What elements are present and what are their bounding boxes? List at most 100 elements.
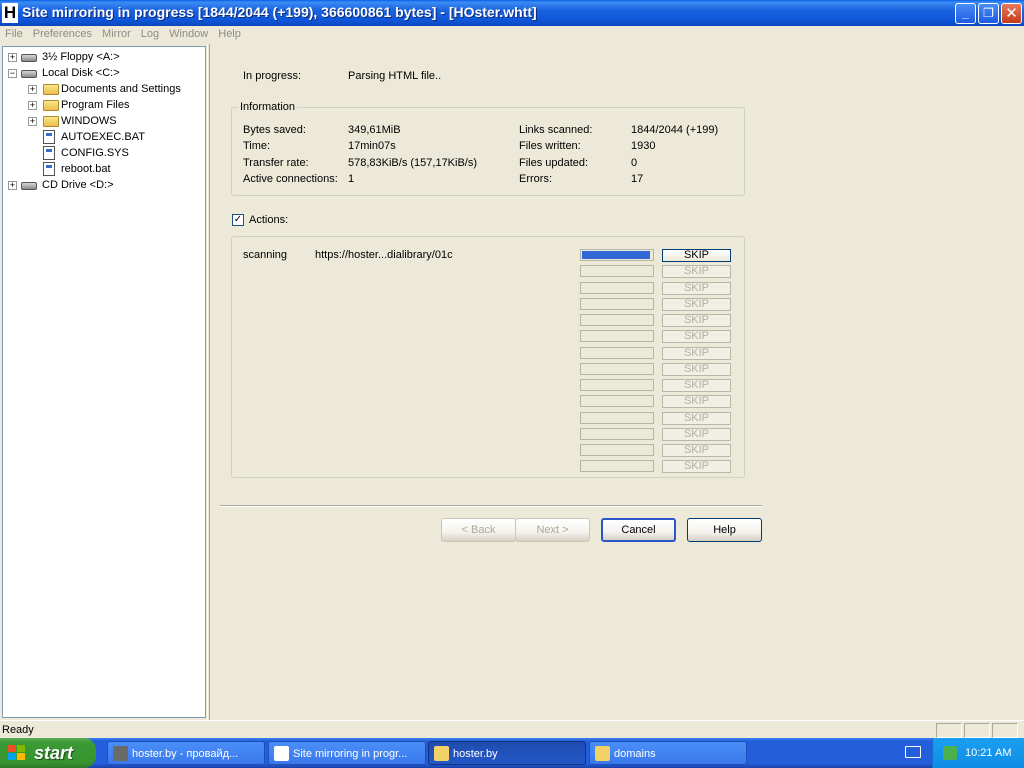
network-icon[interactable] xyxy=(943,746,957,760)
next-button[interactable]: Next > xyxy=(515,518,590,542)
pane-splitter[interactable] xyxy=(207,44,210,720)
action-status: scanning xyxy=(243,249,288,261)
taskbar-button[interactable]: hoster.by - провайд... xyxy=(107,741,265,765)
tree-item-label: AUTOEXEC.BAT xyxy=(61,131,145,143)
tree-item-label: Local Disk <C:> xyxy=(42,67,120,79)
in-progress-value: Parsing HTML file.. xyxy=(348,70,442,82)
time-value: 17min07s xyxy=(348,140,396,152)
status-panel xyxy=(992,723,1018,738)
skip-button[interactable]: SKIP xyxy=(662,412,731,425)
skip-button[interactable]: SKIP xyxy=(662,314,731,327)
action-progress-bar xyxy=(580,363,654,375)
menu-bar: File Preferences Mirror Log Window Help xyxy=(0,26,1024,44)
skip-button[interactable]: SKIP xyxy=(662,428,731,441)
close-button[interactable]: ✕ xyxy=(1001,3,1022,24)
batch-file-icon xyxy=(43,162,55,176)
action-progress-bar xyxy=(580,249,654,261)
keyboard-layout-icon[interactable] xyxy=(905,746,921,758)
folder-tree[interactable]: +3½ Floppy <A:> − Local Disk <C:> + Document… xyxy=(2,46,206,718)
cancel-button[interactable]: Cancel xyxy=(601,518,676,542)
files-written-value: 1930 xyxy=(631,140,656,152)
taskbar-button-label: hoster.by - провайд... xyxy=(132,748,239,760)
back-button[interactable]: < Back xyxy=(441,518,516,542)
skip-button[interactable]: SKIP xyxy=(662,330,731,343)
title-bar[interactable]: H Site mirroring in progress [1844/2044 … xyxy=(0,0,1024,26)
errors-label: Errors: xyxy=(519,173,552,185)
tree-expander[interactable]: + xyxy=(28,85,37,94)
httrack-app-icon[interactable]: H xyxy=(2,3,18,23)
links-scanned-value: 1844/2044 (+199) xyxy=(631,124,719,136)
taskbar-button-label: Site mirroring in progr... xyxy=(293,748,408,760)
hard-drive-icon xyxy=(21,70,37,78)
skip-button[interactable]: SKIP xyxy=(662,298,731,311)
menu-help[interactable]: Help xyxy=(213,26,246,40)
folder-icon xyxy=(43,100,59,111)
skip-button[interactable]: SKIP xyxy=(662,347,731,360)
action-url: https://hoster...dialibrary/01c xyxy=(315,249,453,261)
tree-expander[interactable]: + xyxy=(28,117,37,126)
action-progress-bar xyxy=(580,460,654,472)
windows-logo-icon xyxy=(8,745,26,761)
menu-window[interactable]: Window xyxy=(164,26,213,40)
information-group-title: Information xyxy=(238,101,298,113)
tree-expander[interactable]: + xyxy=(28,101,37,110)
menu-mirror[interactable]: Mirror xyxy=(97,26,136,40)
skip-button[interactable]: SKIP xyxy=(662,363,731,376)
errors-value: 17 xyxy=(631,173,644,185)
status-panel xyxy=(964,723,990,738)
menu-log[interactable]: Log xyxy=(136,26,164,40)
menu-preferences[interactable]: Preferences xyxy=(28,26,97,40)
window-title: Site mirroring in progress [1844/2044 (+… xyxy=(22,4,537,20)
folder-icon xyxy=(595,746,610,761)
tree-item-label: CD Drive <D:> xyxy=(42,179,114,191)
system-file-icon xyxy=(43,146,55,160)
skip-button[interactable]: SKIP xyxy=(662,379,731,392)
files-written-label: Files written: xyxy=(519,140,581,152)
action-progress-bar xyxy=(580,298,654,310)
tree-item-label: 3½ Floppy <A:> xyxy=(42,51,120,63)
folder-icon xyxy=(43,84,59,95)
clock[interactable]: 10:21 AM xyxy=(965,738,1011,768)
files-updated-value: 0 xyxy=(631,157,638,169)
folder-icon xyxy=(43,116,59,127)
cd-drive-icon xyxy=(21,182,37,190)
restore-button[interactable]: ❐ xyxy=(978,3,999,24)
actions-label: Actions: xyxy=(249,214,289,226)
batch-file-icon xyxy=(43,130,55,144)
skip-button[interactable]: SKIP xyxy=(662,265,731,278)
skip-button[interactable]: SKIP xyxy=(662,282,731,295)
skip-button[interactable]: SKIP xyxy=(662,249,731,262)
active-connections-value: 1 xyxy=(348,173,355,185)
start-label: start xyxy=(34,743,74,763)
floppy-drive-icon xyxy=(21,54,37,62)
help-button[interactable]: Help xyxy=(687,518,762,542)
start-button[interactable]: start xyxy=(0,738,96,768)
tree-expander[interactable]: + xyxy=(8,181,17,190)
action-progress-bar xyxy=(580,330,654,342)
httrack-icon xyxy=(274,746,289,761)
skip-button[interactable]: SKIP xyxy=(662,444,731,457)
taskbar-button[interactable]: hoster.by xyxy=(428,741,586,765)
taskbar-button[interactable]: domains xyxy=(589,741,747,765)
skip-button[interactable]: SKIP xyxy=(662,395,731,408)
tree-item-label: Program Files xyxy=(61,99,130,111)
action-progress-bar xyxy=(580,428,654,440)
status-bar: Ready xyxy=(0,720,1024,738)
taskbar-button-label: domains xyxy=(614,748,656,760)
skip-button[interactable]: SKIP xyxy=(662,460,731,473)
tree-item-label: reboot.bat xyxy=(61,163,111,175)
action-progress-bar xyxy=(580,314,654,326)
action-progress-bar xyxy=(580,282,654,294)
separator xyxy=(220,505,762,507)
actions-checkbox[interactable]: ✓ xyxy=(232,214,244,226)
tree-item-label: Documents and Settings xyxy=(61,83,181,95)
browser-icon xyxy=(113,746,128,761)
taskbar-button[interactable]: Site mirroring in progr... xyxy=(268,741,426,765)
in-progress-label: In progress: xyxy=(243,70,302,82)
files-updated-label: Files updated: xyxy=(519,157,589,169)
menu-file[interactable]: File xyxy=(0,26,28,40)
minimize-button[interactable]: _ xyxy=(955,3,976,24)
tree-expander[interactable]: + xyxy=(8,53,17,62)
tree-expander[interactable]: − xyxy=(8,69,17,78)
transfer-rate-label: Transfer rate: xyxy=(243,157,309,169)
